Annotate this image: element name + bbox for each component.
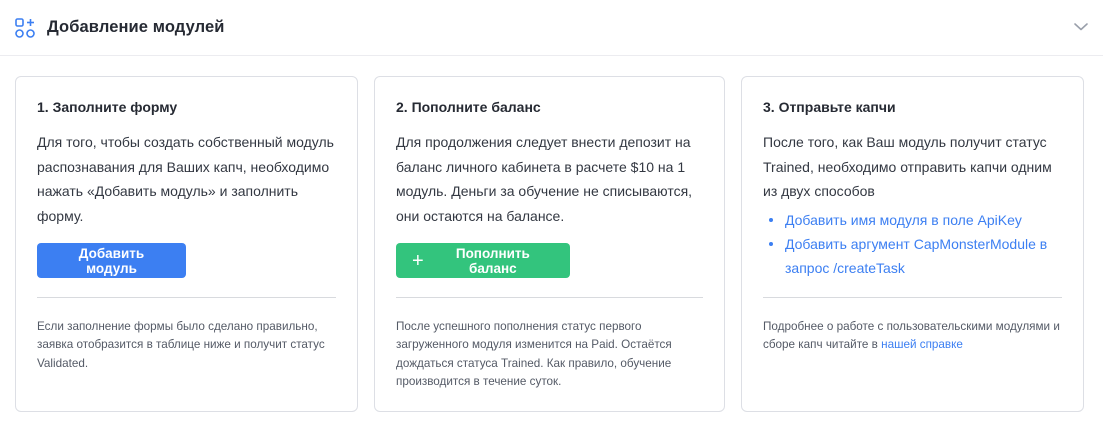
step-card-top-up-balance: 2. Пополните баланс Для продолжения след… bbox=[374, 76, 725, 412]
step-card-send-captchas: 3. Отправьте капчи После того, как Ваш м… bbox=[741, 76, 1084, 412]
step-card-fill-form: 1. Заполните форму Для того, чтобы созда… bbox=[15, 76, 358, 412]
plus-icon: + bbox=[412, 249, 424, 272]
help-link[interactable]: нашей справке bbox=[881, 338, 963, 351]
add-module-button[interactable]: Добавить модуль bbox=[37, 243, 186, 278]
step-note: Подробнее о работе с пользовательскими м… bbox=[763, 318, 1062, 355]
divider bbox=[396, 297, 703, 298]
step-title: 1. Заполните форму bbox=[37, 99, 178, 115]
divider bbox=[763, 297, 1062, 298]
button-label: Пополнить баланс bbox=[455, 245, 530, 276]
list-item: Добавить имя модуля в поле ApiKey bbox=[763, 208, 1062, 232]
step-title: 2. Пополните баланс bbox=[396, 99, 541, 115]
step-note: После успешного пополнения статус первог… bbox=[396, 320, 672, 388]
apikey-method-link[interactable]: Добавить имя модуля в поле ApiKey bbox=[785, 212, 1022, 228]
steps-container: 1. Заполните форму Для того, чтобы созда… bbox=[15, 76, 1084, 412]
step-note: Если заполнение формы было сделано прави… bbox=[37, 320, 325, 370]
step-description: Для того, чтобы создать собственный моду… bbox=[37, 134, 334, 224]
top-up-balance-button[interactable]: + Пополнить баланс bbox=[396, 243, 570, 278]
divider bbox=[37, 297, 336, 298]
step-description: После того, как Ваш модуль получит стату… bbox=[763, 134, 1052, 199]
methods-list: Добавить имя модуля в поле ApiKey Добави… bbox=[763, 208, 1062, 280]
step-description: Для продолжения следует внести депозит н… bbox=[396, 134, 693, 224]
panel-header[interactable]: Добавление модулей bbox=[0, 0, 1103, 56]
panel-title: Добавление модулей bbox=[47, 18, 225, 36]
modules-add-icon bbox=[14, 17, 36, 39]
createtask-method-link[interactable]: Добавить аргумент CapMonsterModule в зап… bbox=[785, 236, 1047, 276]
step-title: 3. Отправьте капчи bbox=[763, 99, 896, 115]
list-item: Добавить аргумент CapMonsterModule в зап… bbox=[763, 232, 1062, 280]
chevron-down-icon[interactable] bbox=[1071, 17, 1091, 37]
